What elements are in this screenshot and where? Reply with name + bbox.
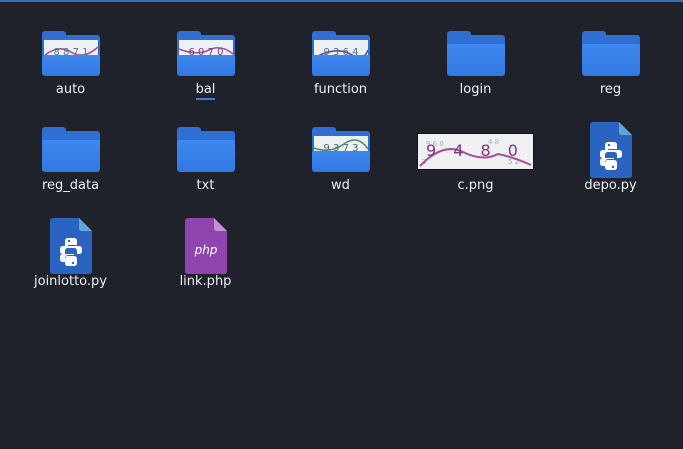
svg-text:9 4 8 0: 9 4 8 0 [426,141,524,160]
file-label: joinlotto.py [34,274,107,289]
file-item-depo-py[interactable]: depo.py [543,110,678,206]
file-label: depo.py [584,178,637,193]
file-item-txt[interactable]: txt [138,110,273,206]
file-label: c.png [457,178,494,193]
python-icon [543,120,678,180]
file-item-bal[interactable]: 6 0 7 0 bal [138,14,273,110]
file-label: auto [55,82,86,97]
file-item-login[interactable]: login [408,14,543,110]
folder-icon: 9 3 7 3 [273,120,408,180]
file-item-wd[interactable]: 9 3 7 3 wd [273,110,408,206]
folder-icon: 9 3 6 4 [273,24,408,84]
folder-icon: 6 0 7 0 [138,24,273,84]
file-label: reg_data [41,178,100,193]
image-thumbnail: 9 6 0 4 8 5 2 3 9 4 8 0 [408,120,543,180]
file-item-function[interactable]: 9 3 6 4 function [273,14,408,110]
php-icon: php [138,216,273,276]
file-item-c-png[interactable]: 9 6 0 4 8 5 2 3 9 4 8 0 c.png [408,110,543,206]
file-label: txt [196,178,215,193]
file-label: link.php [179,274,232,289]
file-label: reg [599,82,622,97]
folder-icon: 8 8 7 1 [3,24,138,84]
file-label: wd [331,178,350,193]
file-item-reg-data[interactable]: reg_data [3,110,138,206]
python-icon [3,216,138,276]
php-badge: php [193,243,217,257]
file-item-auto[interactable]: 8 8 7 1 auto [3,14,138,110]
file-label: login [459,82,492,97]
file-label: bal [138,82,273,100]
folder-icon [138,120,273,180]
folder-icon [408,24,543,84]
file-item-joinlotto-py[interactable]: joinlotto.py [3,206,138,302]
file-item-link-php[interactable]: php link.php [138,206,273,302]
window-top-edge [0,0,683,2]
file-label: function [313,82,368,97]
file-item-reg[interactable]: reg [543,14,678,110]
folder-icon [543,24,678,84]
folder-icon [3,120,138,180]
